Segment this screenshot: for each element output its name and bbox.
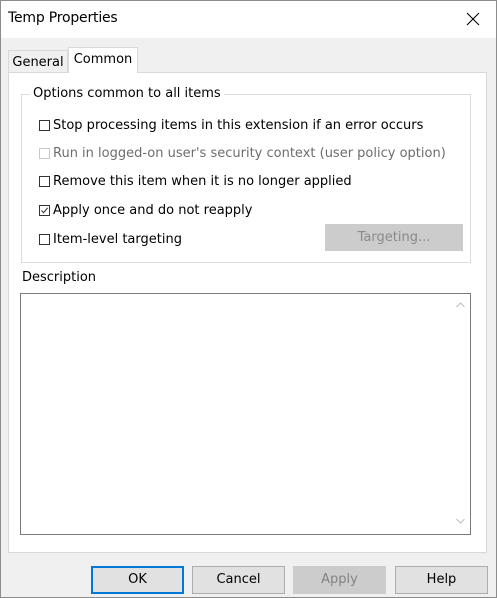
scroll-up-icon[interactable] [456,302,465,308]
stop-processing-label: Stop processing items in this extension … [53,118,424,133]
targeting-button[interactable]: Targeting... [325,224,463,251]
ok-button[interactable]: OK [91,566,184,594]
apply-once-label: Apply once and do not reapply [53,203,253,218]
remove-item-label: Remove this item when it is no longer ap… [53,174,352,189]
item-level-targeting-label: Item-level targeting [53,232,182,247]
title-bar: Temp Properties [1,1,496,38]
apply-button[interactable]: Apply [293,566,386,594]
description-label: Description [22,270,97,285]
close-button[interactable] [450,1,496,37]
apply-once-checkbox[interactable] [39,205,50,216]
item-level-targeting-checkbox[interactable] [39,234,50,245]
checkmark-icon [41,207,49,214]
properties-dialog: Temp Properties General Common Options c… [0,0,497,598]
help-button[interactable]: Help [395,566,488,594]
tab-common[interactable]: Common [68,47,138,73]
run-user-context-label: Run in logged-on user's security context… [53,146,446,161]
run-user-context-checkbox [39,148,50,159]
cancel-button[interactable]: Cancel [192,566,285,594]
description-textarea[interactable] [20,293,471,535]
description-scrollbar[interactable] [450,294,470,534]
window-title: Temp Properties [8,10,118,26]
options-group-legend: Options common to all items [30,86,224,101]
tab-general[interactable]: General [8,50,68,72]
close-icon [466,12,480,26]
scroll-down-icon[interactable] [456,518,465,524]
stop-processing-checkbox[interactable] [39,120,50,131]
remove-item-checkbox[interactable] [39,176,50,187]
